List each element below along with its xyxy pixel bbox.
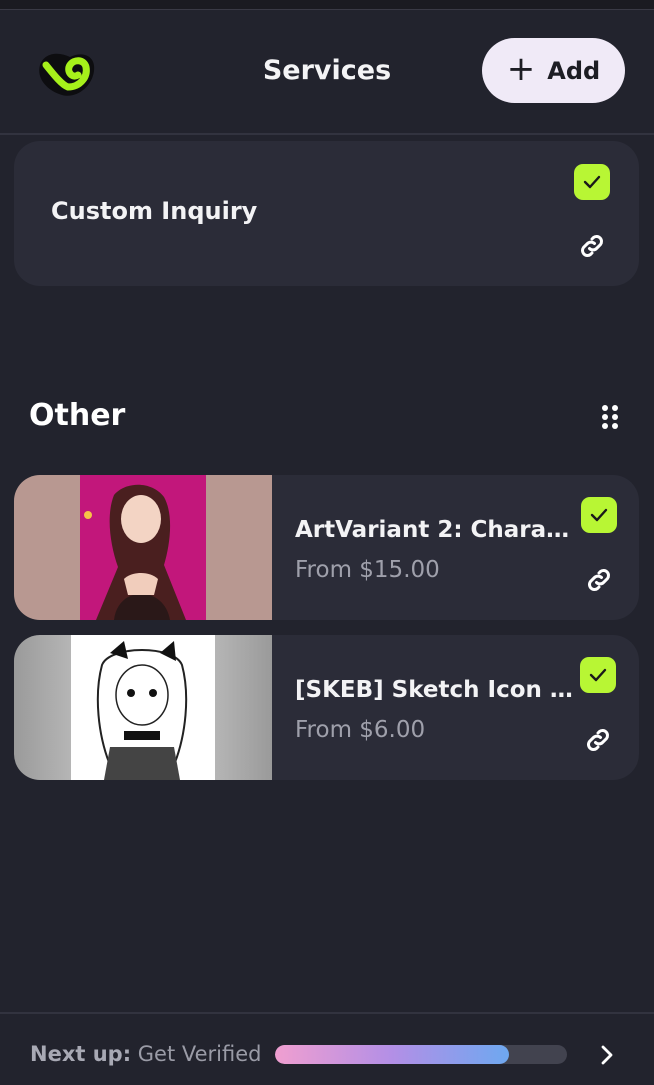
link-icon[interactable] xyxy=(584,565,614,595)
plus-icon: + xyxy=(506,49,536,89)
service-price: From $15.00 xyxy=(295,557,440,583)
check-icon[interactable] xyxy=(581,497,617,533)
service-card[interactable]: [SKEB] Sketch Icon - ... From $6.00 xyxy=(14,635,639,780)
next-step-text: Next up: Get Verified xyxy=(30,1042,261,1066)
service-card[interactable]: ArtVariant 2: Characte... From $15.00 xyxy=(14,475,639,620)
service-name: [SKEB] Sketch Icon - ... xyxy=(295,677,580,703)
services-page: Services + Add Custom Inquiry Other ArtV… xyxy=(0,0,654,1085)
next-step-bar[interactable]: Next up: Get Verified xyxy=(0,1012,654,1085)
check-icon[interactable] xyxy=(574,164,610,200)
service-price: From $6.00 xyxy=(295,717,426,743)
add-service-button[interactable]: + Add xyxy=(482,38,625,103)
service-thumbnail xyxy=(14,475,272,620)
header: Services + Add xyxy=(0,10,654,135)
check-icon[interactable] xyxy=(580,657,616,693)
verification-progress-bar xyxy=(275,1045,567,1064)
add-button-label: Add xyxy=(547,56,601,85)
status-bar-edge xyxy=(0,0,654,10)
section-title: Other xyxy=(29,398,126,433)
service-name: ArtVariant 2: Characte... xyxy=(295,517,580,543)
chevron-right-icon[interactable] xyxy=(596,1044,618,1066)
progress-fill xyxy=(275,1045,509,1064)
link-icon[interactable] xyxy=(577,231,607,261)
link-icon[interactable] xyxy=(583,725,613,755)
custom-inquiry-card[interactable]: Custom Inquiry xyxy=(14,141,639,286)
next-step-value: Get Verified xyxy=(137,1042,262,1066)
next-step-label: Next up: xyxy=(30,1042,132,1066)
drag-handle-icon[interactable] xyxy=(601,404,619,430)
custom-inquiry-name: Custom Inquiry xyxy=(51,197,258,225)
service-thumbnail xyxy=(14,635,272,780)
